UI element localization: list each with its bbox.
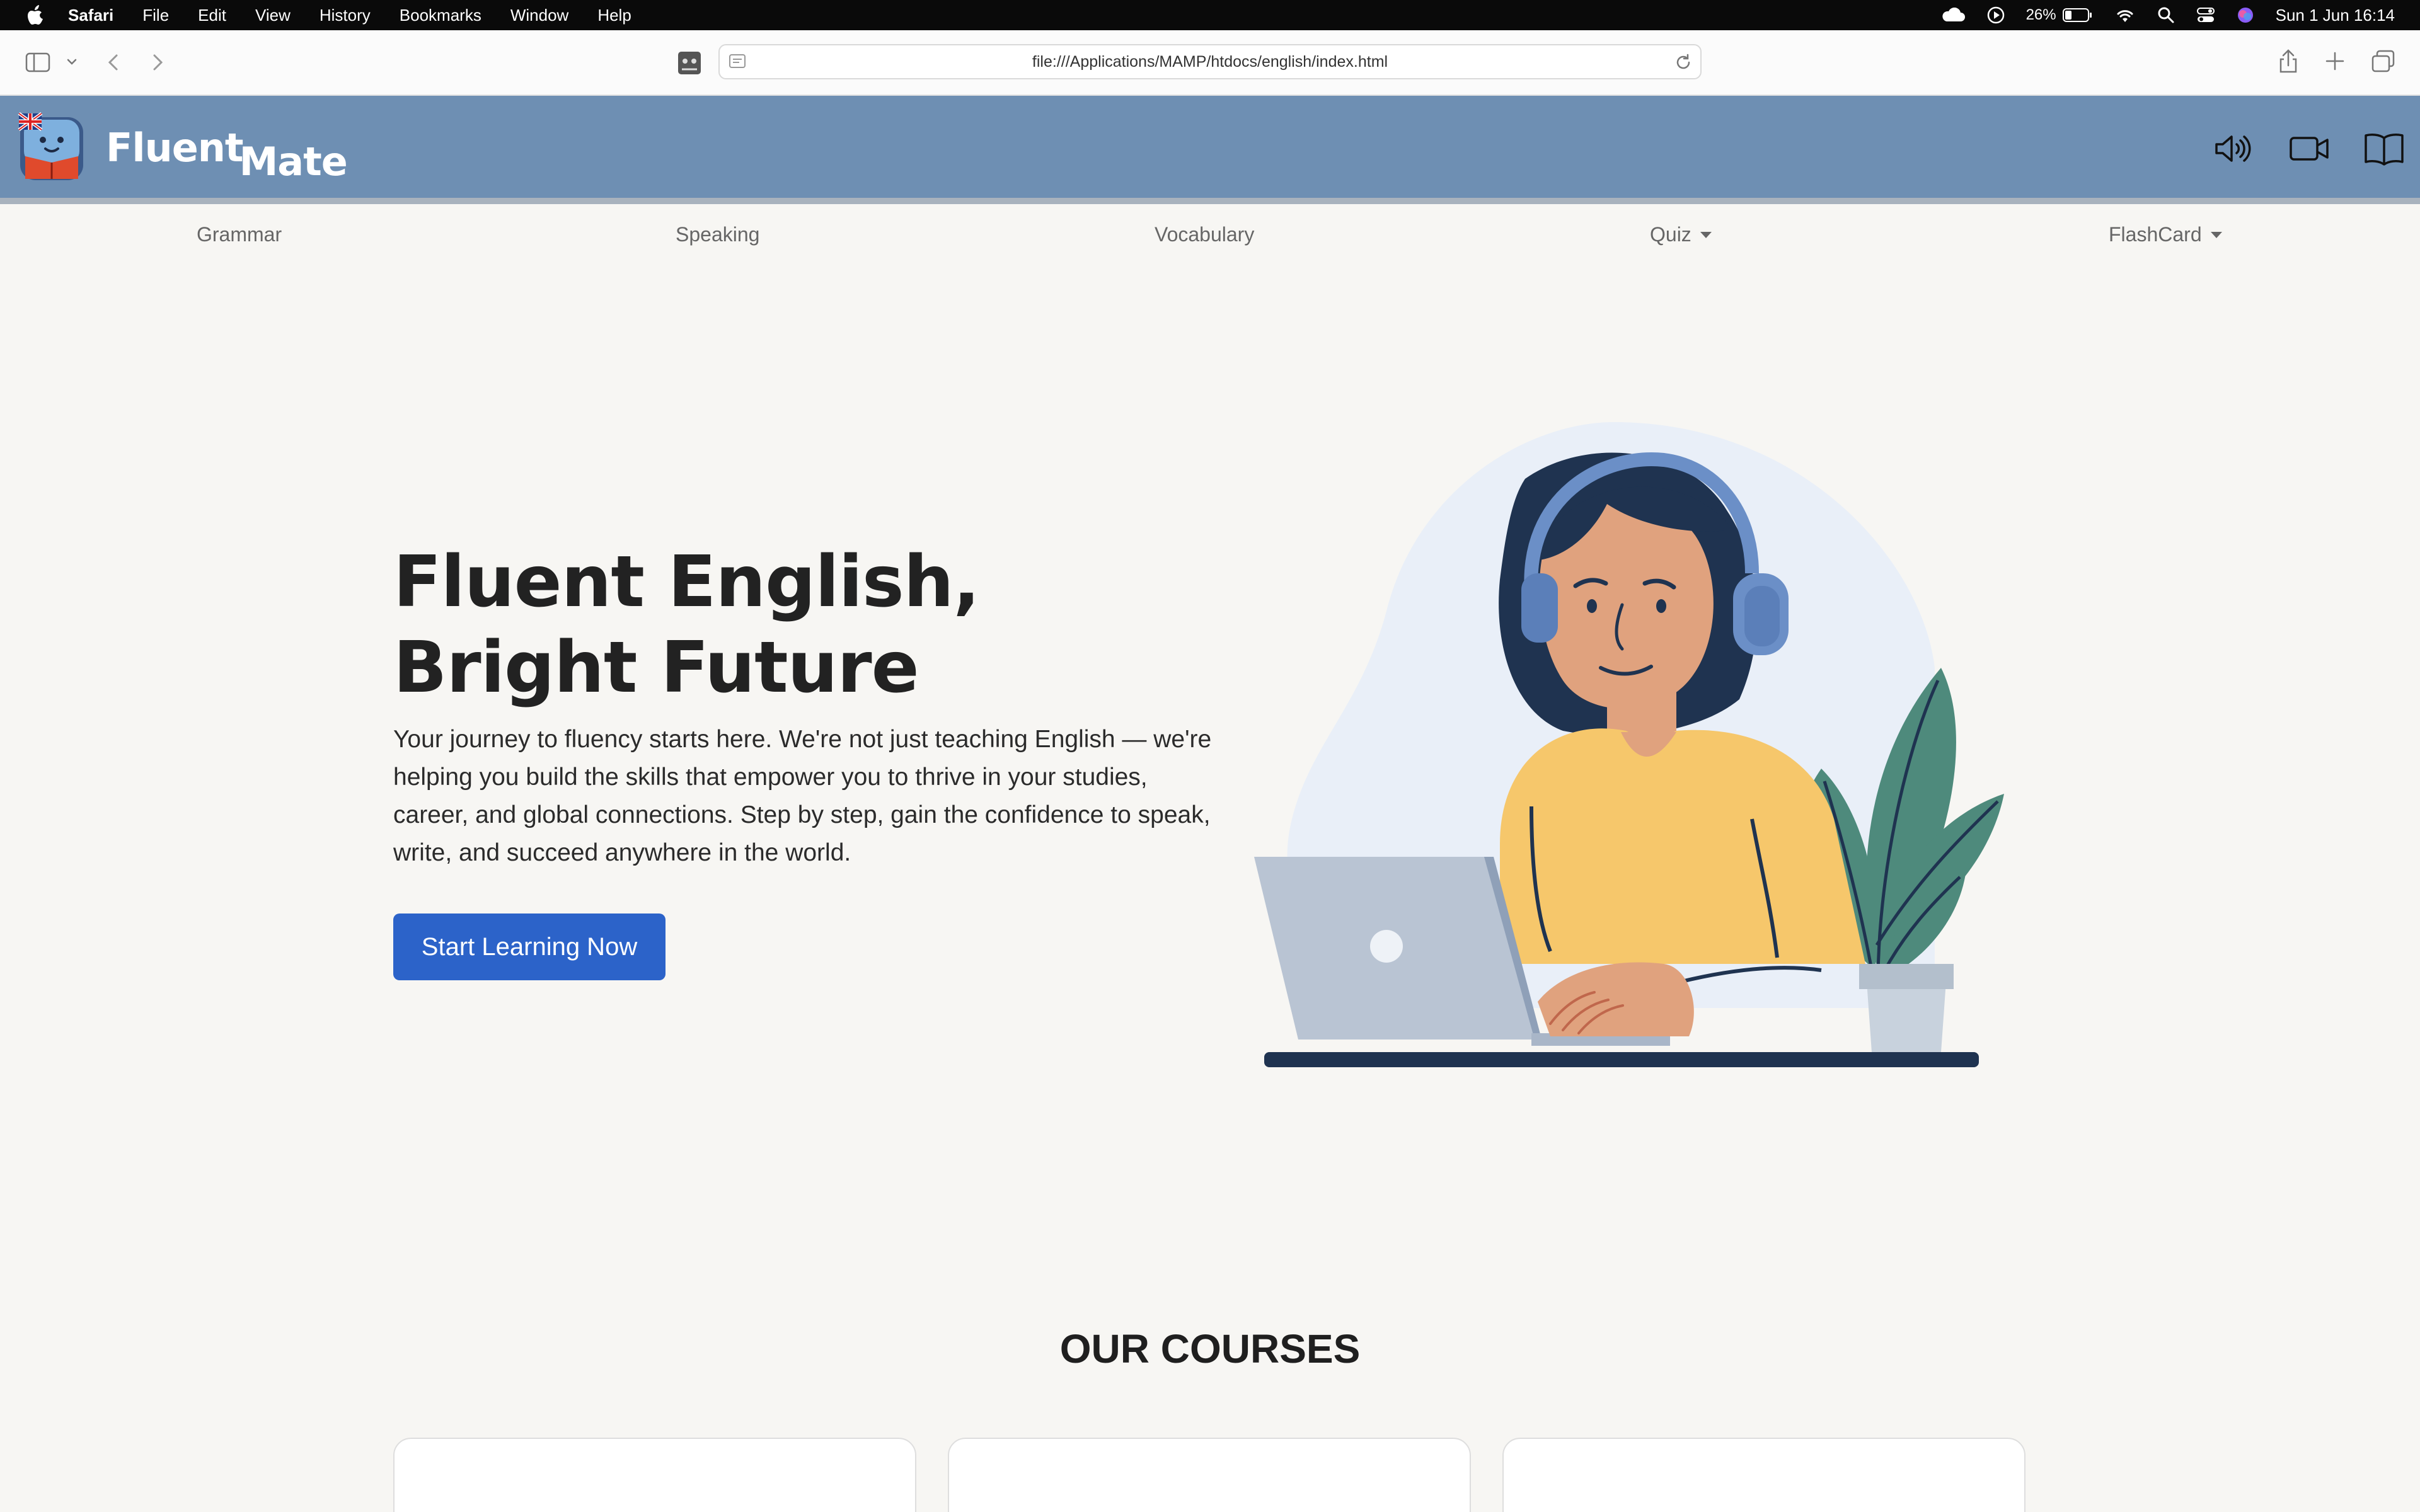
- start-learning-button[interactable]: Start Learning Now: [393, 914, 666, 980]
- nav-label: Quiz: [1650, 223, 1691, 246]
- hero-title: Fluent English, Bright Future: [393, 541, 980, 709]
- apple-icon[interactable]: [26, 4, 45, 26]
- main-nav: Grammar Speaking Vocabulary Quiz FlashCa…: [0, 204, 2420, 267]
- menu-edit[interactable]: Edit: [198, 6, 226, 25]
- battery-status[interactable]: 26%: [2026, 6, 2093, 24]
- nav-item-speaking[interactable]: Speaking: [676, 223, 759, 246]
- nav-label: Speaking: [676, 223, 760, 246]
- play-circle-icon[interactable]: [1987, 6, 2005, 24]
- site-header: FluentMate: [0, 96, 2420, 204]
- book-icon[interactable]: [2362, 129, 2406, 169]
- dropdown-caret-icon: [2210, 231, 2222, 238]
- menu-view[interactable]: View: [255, 6, 291, 25]
- nav-label: FlashCard: [2109, 223, 2202, 246]
- menu-bookmarks[interactable]: Bookmarks: [400, 6, 481, 25]
- dropdown-caret-icon: [1700, 231, 1712, 238]
- video-icon[interactable]: [2288, 129, 2332, 169]
- siri-icon[interactable]: [2237, 6, 2254, 24]
- reload-icon[interactable]: [1674, 53, 1693, 76]
- menu-history[interactable]: History: [320, 6, 371, 25]
- url-text[interactable]: file:///Applications/MAMP/htdocs/english…: [1032, 53, 1388, 71]
- logo-word-fluent: Fluent: [106, 125, 244, 171]
- tab-overview-icon[interactable]: [2371, 49, 2396, 73]
- courses-heading: OUR COURSES: [1059, 1326, 1361, 1372]
- logo-word-mate: Mate: [239, 139, 348, 185]
- chevron-down-icon[interactable]: [66, 55, 78, 68]
- nav-item-grammar[interactable]: Grammar: [197, 223, 282, 246]
- search-icon[interactable]: [2157, 6, 2175, 24]
- clock-datetime[interactable]: Sun 1 Jun 16:14: [2276, 6, 2395, 25]
- hero-illustration: [1235, 403, 2029, 1109]
- browser-toolbar: file:///Applications/MAMP/htdocs/english…: [0, 30, 2420, 96]
- new-tab-icon[interactable]: [2324, 50, 2346, 72]
- sidebar-toggle-icon[interactable]: [25, 52, 53, 73]
- macos-menu-bar: Safari File Edit View History Bookmarks …: [0, 0, 2420, 30]
- nav-label: Vocabulary: [1155, 223, 1255, 246]
- battery-icon: [2062, 8, 2093, 23]
- forward-icon[interactable]: [149, 52, 166, 73]
- menu-file[interactable]: File: [142, 6, 169, 25]
- nav-label: Grammar: [197, 223, 282, 246]
- battery-percent: 26%: [2025, 6, 2056, 23]
- course-card[interactable]: [393, 1438, 916, 1512]
- nav-item-flashcard[interactable]: FlashCard: [2109, 223, 2222, 246]
- menu-app-name[interactable]: Safari: [68, 6, 113, 25]
- logo-mascot-icon[interactable]: [16, 111, 87, 185]
- nav-item-vocabulary[interactable]: Vocabulary: [1155, 223, 1254, 246]
- share-icon[interactable]: [2278, 48, 2299, 74]
- course-card[interactable]: [948, 1438, 1471, 1512]
- nav-item-quiz[interactable]: Quiz: [1650, 223, 1712, 246]
- site-favicon-icon[interactable]: [677, 50, 702, 76]
- address-bar[interactable]: file:///Applications/MAMP/htdocs/english…: [718, 44, 1702, 79]
- hero-description: Your journey to fluency starts here. We'…: [393, 726, 1212, 866]
- reader-icon[interactable]: [729, 53, 747, 75]
- cloud-icon[interactable]: [1940, 8, 1966, 23]
- logo-wordmark[interactable]: FluentMate: [106, 125, 348, 185]
- back-icon[interactable]: [105, 52, 122, 73]
- speaker-icon[interactable]: [2211, 129, 2255, 169]
- control-center-icon[interactable]: [2196, 7, 2215, 23]
- wifi-icon[interactable]: [2114, 7, 2136, 23]
- menu-help[interactable]: Help: [597, 6, 631, 25]
- menu-window[interactable]: Window: [510, 6, 568, 25]
- course-card[interactable]: [1502, 1438, 2025, 1512]
